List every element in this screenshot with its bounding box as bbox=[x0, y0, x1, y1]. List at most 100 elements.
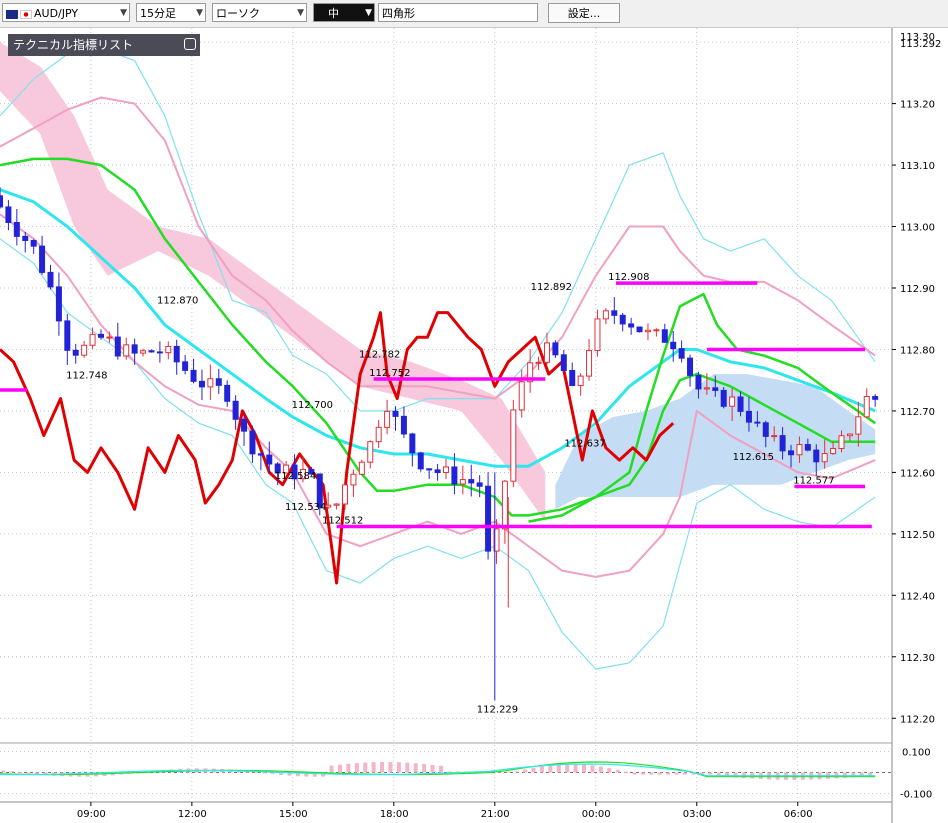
candle-body bbox=[821, 453, 828, 463]
oscillator-bar bbox=[674, 772, 679, 775]
candle-body bbox=[720, 389, 727, 407]
oscillator-bar bbox=[337, 764, 342, 773]
candle-body bbox=[703, 387, 710, 390]
oscillator-bar bbox=[556, 764, 561, 773]
time-axis-label: 12:00 bbox=[178, 809, 207, 820]
candle-body bbox=[804, 444, 811, 451]
candle-body bbox=[89, 333, 96, 346]
candle-body bbox=[224, 384, 231, 402]
candle-body bbox=[409, 433, 416, 454]
candle-body bbox=[552, 342, 559, 356]
price-annotation: 112.534 bbox=[285, 502, 326, 513]
price-axis-label: 112.60 bbox=[900, 468, 935, 479]
oscillator-bar bbox=[422, 764, 427, 773]
collapse-icon[interactable] bbox=[184, 38, 196, 50]
candle-body bbox=[788, 450, 795, 456]
candle-body bbox=[754, 421, 761, 424]
oscillator-bar bbox=[632, 772, 637, 775]
oscillator-bar bbox=[35, 772, 40, 775]
price-axis-label: 112.40 bbox=[900, 591, 935, 602]
candle-body bbox=[114, 336, 121, 357]
candle-body bbox=[434, 469, 441, 473]
candle-body bbox=[518, 381, 525, 411]
candle-body bbox=[165, 345, 172, 354]
time-axis-label: 21:00 bbox=[481, 809, 510, 820]
candle-body bbox=[375, 426, 382, 443]
candle-body bbox=[863, 396, 870, 418]
cloud-bearish bbox=[0, 42, 546, 522]
candle-body bbox=[737, 396, 744, 412]
oscillator-bar bbox=[396, 762, 401, 773]
candle-body bbox=[232, 400, 239, 420]
price-axis-label: 112.80 bbox=[900, 345, 935, 356]
indicator-list-title: テクニカル指標リスト bbox=[13, 38, 134, 52]
candle-body bbox=[384, 410, 391, 428]
price-axis-label: 113.00 bbox=[900, 223, 935, 234]
candle-body bbox=[586, 350, 593, 377]
price-annotation: 112.577 bbox=[793, 476, 834, 487]
oscillator-bar bbox=[531, 767, 536, 773]
oscillator-bar bbox=[607, 768, 612, 773]
candle-body bbox=[830, 447, 837, 455]
oscillator-bar bbox=[18, 772, 23, 774]
oscillator-axis-label: 0.100 bbox=[902, 747, 931, 758]
candle-body bbox=[762, 422, 769, 437]
candle-body bbox=[30, 239, 37, 247]
candle-body bbox=[779, 435, 786, 452]
candle-body bbox=[392, 410, 399, 417]
indicator-list-panel[interactable]: テクニカル指標リスト bbox=[8, 34, 200, 56]
oscillator-bar bbox=[262, 772, 267, 774]
candle-body bbox=[72, 349, 79, 356]
candle-body bbox=[560, 354, 567, 371]
oscillator-bar bbox=[253, 772, 258, 774]
oscillator-bar bbox=[682, 772, 687, 775]
time-axis-label: 09:00 bbox=[77, 809, 106, 820]
candle-body bbox=[535, 361, 542, 364]
candle-body bbox=[872, 396, 879, 400]
time-axis-label: 06:00 bbox=[784, 809, 813, 820]
candle-body bbox=[611, 310, 618, 316]
candle-body bbox=[712, 387, 719, 391]
candle-body bbox=[653, 329, 660, 332]
price-annotation: 112.229 bbox=[477, 704, 518, 715]
price-annotation: 112.748 bbox=[66, 370, 107, 381]
candle-body bbox=[619, 314, 626, 325]
candle-body bbox=[417, 452, 424, 470]
price-annotation: 112.512 bbox=[322, 515, 363, 526]
candle-body bbox=[628, 323, 635, 328]
candle-body bbox=[426, 468, 433, 471]
candle-body bbox=[695, 374, 702, 390]
candle-body bbox=[0, 195, 3, 208]
candle-body bbox=[358, 461, 365, 475]
candle-body bbox=[846, 433, 853, 437]
oscillator-bar bbox=[573, 764, 578, 773]
oscillator-bar bbox=[590, 765, 595, 773]
candle-body bbox=[687, 357, 694, 376]
candle-body bbox=[644, 329, 651, 333]
oscillator-bar bbox=[624, 771, 629, 773]
oscillator-bar bbox=[430, 764, 435, 773]
oscillator-bar bbox=[506, 771, 511, 773]
candle-body bbox=[325, 504, 332, 508]
candle-body bbox=[745, 410, 752, 423]
oscillator-bar bbox=[388, 761, 393, 773]
price-axis-label: 113.292 bbox=[900, 39, 941, 50]
candle-body bbox=[670, 341, 677, 350]
candle-body bbox=[106, 336, 113, 339]
oscillator-bar bbox=[9, 771, 14, 773]
candle-body bbox=[148, 350, 155, 353]
oscillator-bar bbox=[598, 766, 603, 773]
candle-body bbox=[156, 351, 163, 354]
candle-body bbox=[22, 235, 29, 241]
oscillator-bar bbox=[514, 771, 519, 773]
candle-body bbox=[64, 320, 71, 351]
candle-body bbox=[400, 415, 407, 435]
price-chart[interactable]: 112.870 112.748 112.700 112.584 112.534 112.5… bbox=[0, 0, 948, 823]
price-axis-label: 112.90 bbox=[900, 284, 935, 295]
price-axis-label: 112.70 bbox=[900, 407, 935, 418]
price-annotation: 112.752 bbox=[369, 368, 410, 379]
candle-body bbox=[813, 449, 820, 463]
price-annotation: 112.584 bbox=[275, 471, 316, 482]
candle-body bbox=[485, 485, 492, 552]
oscillator-bar bbox=[565, 764, 570, 773]
